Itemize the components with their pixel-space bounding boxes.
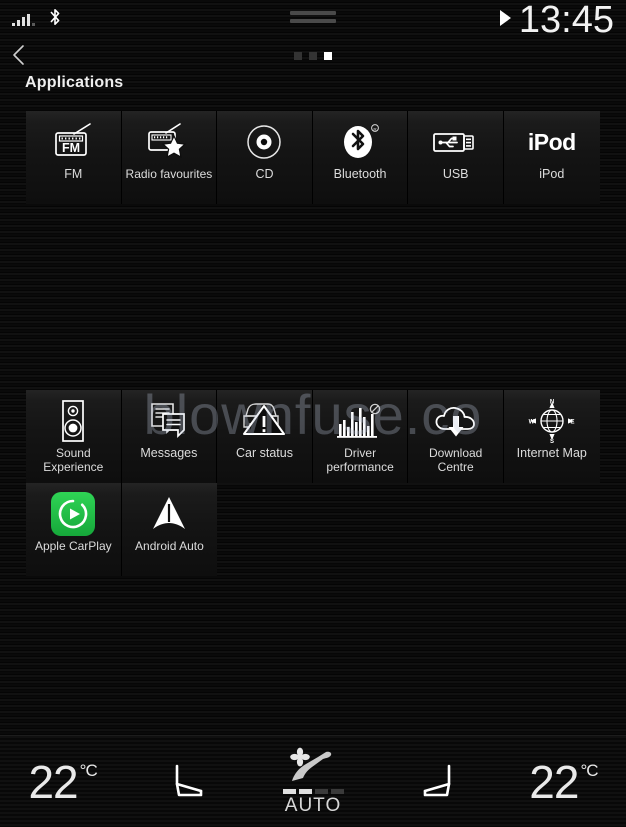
svg-text:E: E xyxy=(570,419,574,425)
apple-carplay-icon xyxy=(26,489,121,539)
app-tile-label: Radio favourites xyxy=(125,167,213,181)
app-tile-radio-favourites[interactable]: Radio favourites xyxy=(121,111,218,204)
app-tile-label: Car status xyxy=(236,446,293,460)
app-tile-label: Bluetooth xyxy=(333,167,387,181)
fan-level-step-4 xyxy=(330,788,344,794)
svg-text:S: S xyxy=(550,439,554,444)
passenger-temperature-control[interactable]: 22 °C xyxy=(501,736,626,827)
app-tile-bluetooth[interactable]: R Bluetooth xyxy=(312,111,409,204)
bluetooth-icon: R xyxy=(313,117,408,167)
bar-chart-icon xyxy=(313,396,408,446)
android-auto-icon xyxy=(122,489,218,539)
play-icon xyxy=(500,10,511,26)
app-tile-label: Internet Map xyxy=(516,446,587,460)
speaker-icon xyxy=(26,396,121,446)
app-tile-label: FM xyxy=(64,167,83,181)
driver-seat-heater-button[interactable] xyxy=(125,736,250,827)
climate-auto-airflow-icon xyxy=(290,747,332,781)
chevron-left-icon[interactable] xyxy=(8,43,30,67)
bluetooth-icon xyxy=(50,8,60,26)
app-tile-label: Messages xyxy=(140,446,198,460)
app-tile-car-status[interactable]: Car status xyxy=(217,390,313,483)
status-clock: 13:45 xyxy=(518,0,614,41)
app-tile-internet-map[interactable]: N S E W Internet Map xyxy=(503,390,600,483)
fan-level-step-1 xyxy=(282,788,296,794)
nav-bar xyxy=(0,40,626,72)
seat-heat-left-icon xyxy=(175,764,203,796)
fan-level-step-2 xyxy=(298,788,312,794)
cd-disc-icon xyxy=(217,117,312,167)
climate-auto-label: AUTO xyxy=(284,794,342,816)
app-tile-download-centre[interactable]: Download Centre xyxy=(408,390,504,483)
app-tile-label: CD xyxy=(255,167,274,181)
app-grid-row-3: Apple CarPlay Android Auto xyxy=(26,483,600,576)
car-warning-triangle-icon xyxy=(217,396,312,446)
svg-text:N: N xyxy=(550,400,554,406)
page-indicator-dots[interactable] xyxy=(294,52,332,60)
svg-text:W: W xyxy=(528,419,534,425)
radio-star-icon xyxy=(122,117,217,167)
usb-plug-icon xyxy=(408,117,503,167)
cellular-signal-icon xyxy=(12,12,35,26)
app-grid-row-1: FM FM Radio favourites CD R Bluetooth US… xyxy=(26,111,600,204)
app-tile-driver-performance[interactable]: Driver performance xyxy=(312,390,409,483)
climate-auto-button[interactable]: AUTO xyxy=(250,736,375,827)
seat-heat-right-icon xyxy=(423,764,451,796)
messages-icon xyxy=(122,396,217,446)
app-tile-label: USB xyxy=(442,167,469,181)
passenger-seat-heater-button[interactable] xyxy=(376,736,501,827)
app-tile-label: Apple CarPlay xyxy=(34,539,112,553)
app-tile-sound-experience[interactable]: Sound Experience xyxy=(26,390,122,483)
driver-temperature-control[interactable]: 22 °C xyxy=(0,736,125,827)
fm-radio-icon: FM xyxy=(26,117,121,167)
fan-level-step-3 xyxy=(314,788,328,794)
ipod-text-icon: iPod xyxy=(527,128,576,155)
driver-temp-number: 22 xyxy=(28,755,78,808)
fan-level-indicator[interactable] xyxy=(282,788,344,794)
app-tile-label: Sound Experience xyxy=(43,446,104,474)
driver-temp-unit: °C xyxy=(79,760,98,780)
app-tile-android-auto[interactable]: Android Auto xyxy=(121,483,218,576)
app-tile-apple-carplay[interactable]: Apple CarPlay xyxy=(26,483,122,576)
page-dot-1[interactable] xyxy=(294,52,302,60)
page-dot-3[interactable] xyxy=(324,52,332,60)
driver-temperature-value: 22 °C xyxy=(28,755,98,809)
globe-compass-icon: N S E W xyxy=(504,396,600,446)
app-tile-label: Driver performance xyxy=(326,446,394,474)
passenger-temperature-value: 22 °C xyxy=(529,755,598,809)
passenger-temp-number: 22 xyxy=(529,755,579,808)
drag-handle-icon[interactable] xyxy=(290,11,336,23)
page-dot-2[interactable] xyxy=(309,52,317,60)
app-tile-cd[interactable]: CD xyxy=(217,111,313,204)
passenger-temp-unit: °C xyxy=(580,760,598,780)
page-title: Applications xyxy=(25,74,124,91)
app-tile-usb[interactable]: USB xyxy=(408,111,504,204)
app-tile-messages[interactable]: Messages xyxy=(121,390,218,483)
app-tile-ipod[interactable]: iPod iPod xyxy=(503,111,600,204)
app-tile-label: Download Centre xyxy=(428,446,483,474)
cloud-download-icon xyxy=(408,396,503,446)
infotainment-screen: 13:45 Applications FM FM Radio favourite… xyxy=(0,0,626,827)
app-grid-row-2: Sound Experience Messages Car status Dri… xyxy=(26,390,600,483)
climate-bar: 22 °C AUTO 22 °C xyxy=(0,735,626,827)
app-tile-label: iPod xyxy=(539,167,565,181)
status-bar: 13:45 xyxy=(0,0,626,41)
app-tile-fm[interactable]: FM FM xyxy=(26,111,122,204)
svg-text:FM: FM xyxy=(62,141,80,155)
app-tile-label: Android Auto xyxy=(135,539,204,553)
